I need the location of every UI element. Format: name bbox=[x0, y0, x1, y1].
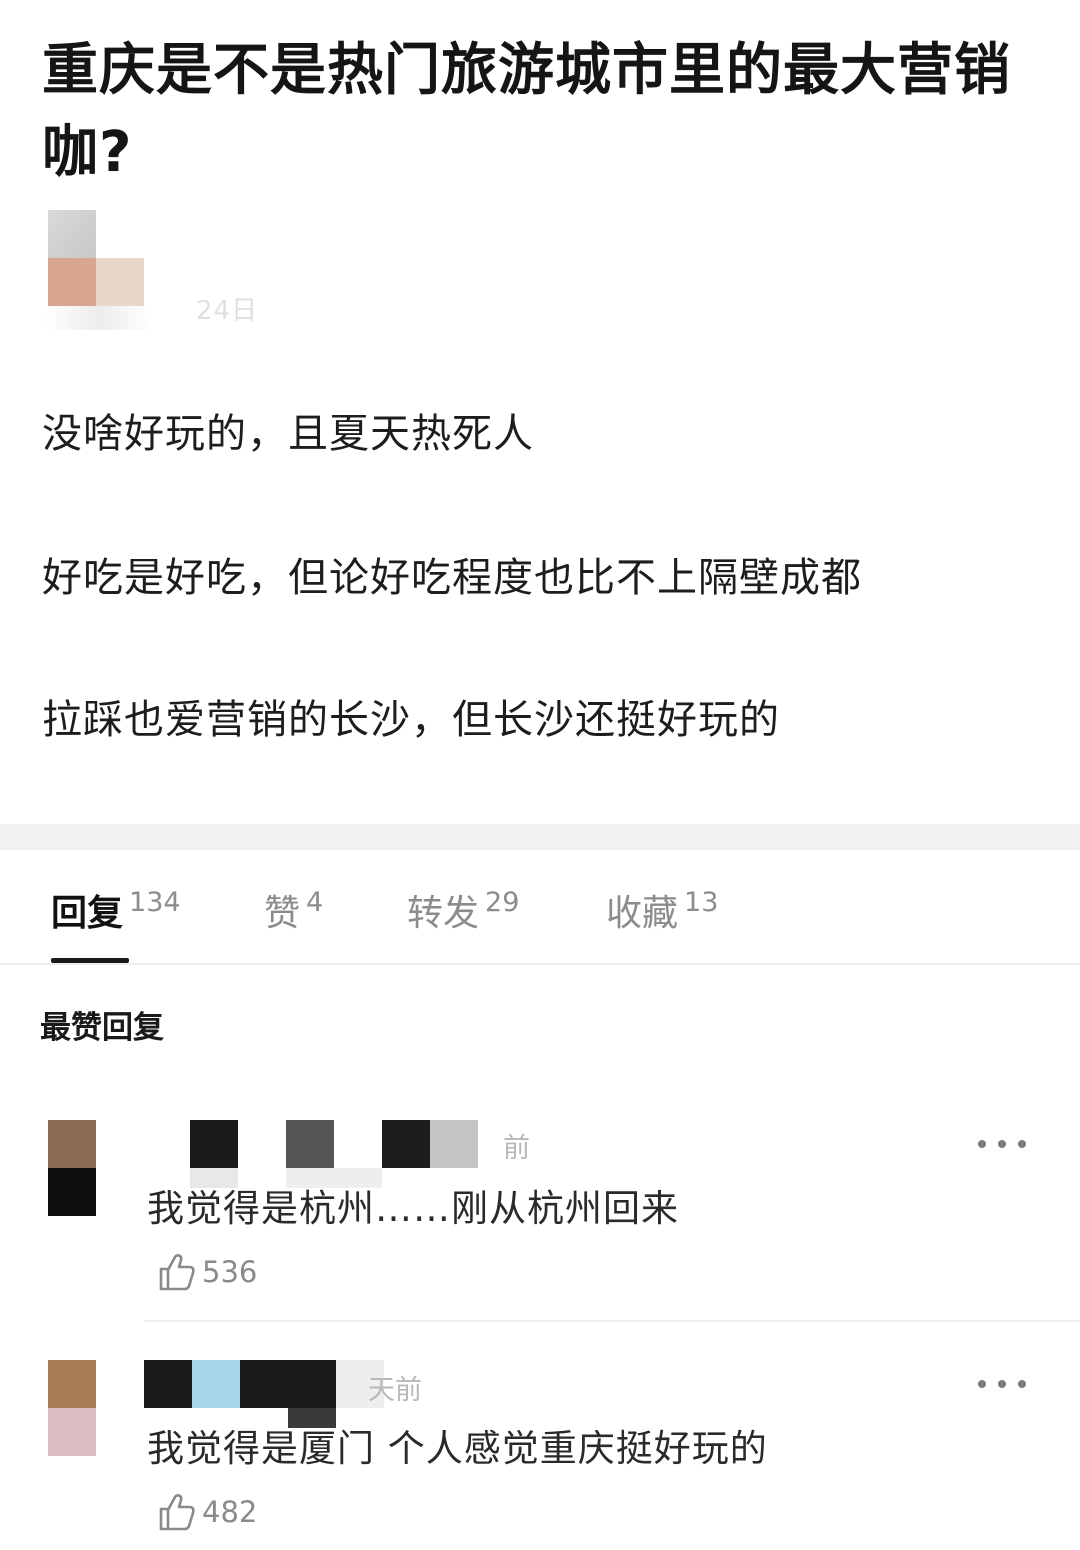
avatar-pixel bbox=[48, 1408, 96, 1456]
avatar-pixel bbox=[48, 1120, 96, 1168]
reply-text: 我觉得是厦门 个人感觉重庆挺好玩的 bbox=[147, 1427, 768, 1470]
tab-count: 134 bbox=[129, 887, 181, 918]
more-dots-icon bbox=[998, 1140, 1006, 1148]
avatar[interactable] bbox=[48, 1120, 96, 1216]
tab-count: 13 bbox=[684, 887, 719, 918]
name-pixel bbox=[288, 1360, 336, 1408]
name-pixel bbox=[286, 1120, 334, 1168]
avatar-pixel bbox=[48, 210, 96, 258]
avatar-pixel bbox=[48, 1168, 96, 1216]
name-pixel bbox=[430, 1120, 478, 1168]
name-pixel bbox=[382, 1120, 430, 1168]
post-paragraph: 没啥好玩的，且夏天热死人 bbox=[42, 411, 534, 457]
tab-favorites[interactable]: 收藏 13 bbox=[606, 884, 718, 936]
name-pixel bbox=[192, 1360, 240, 1408]
reply-time: 天前 bbox=[368, 1375, 422, 1406]
like-count: 536 bbox=[202, 1255, 258, 1289]
name-pixel bbox=[190, 1120, 238, 1168]
avatar-pixel bbox=[48, 1360, 96, 1408]
tab-likes[interactable]: 赞4 bbox=[264, 884, 323, 936]
tab-reposts[interactable]: 转发 29 bbox=[407, 884, 519, 936]
more-options-button[interactable] bbox=[978, 1124, 1026, 1164]
reply-username-mosaic[interactable] bbox=[144, 1120, 484, 1188]
section-heading: 最赞回复 bbox=[40, 1010, 164, 1046]
tab-label: 收藏 bbox=[606, 893, 679, 934]
reply-time: 前 bbox=[503, 1133, 530, 1164]
tab-bar: 回复 134 赞4 转发 29 收藏 13 bbox=[0, 850, 1080, 965]
avatar[interactable] bbox=[48, 1360, 96, 1456]
more-dots-icon bbox=[978, 1380, 986, 1388]
tab-count: 29 bbox=[485, 887, 520, 918]
reply-text: 我觉得是杭州……刚从杭州回来 bbox=[147, 1187, 679, 1230]
more-options-button[interactable] bbox=[978, 1364, 1026, 1404]
thumbs-up-icon bbox=[159, 1494, 195, 1531]
author-name-blur bbox=[44, 306, 154, 330]
section-divider bbox=[0, 824, 1080, 850]
post-title: 重庆是不是热门旅游城市里的最大营销咖? bbox=[42, 38, 1011, 185]
reply-divider bbox=[144, 1320, 1080, 1322]
like-button[interactable]: 536 bbox=[158, 1250, 257, 1294]
more-dots-icon bbox=[1018, 1140, 1026, 1148]
more-dots-icon bbox=[998, 1380, 1006, 1388]
name-pixel bbox=[144, 1360, 192, 1408]
tab-label: 赞 bbox=[264, 893, 301, 934]
avatar-pixel bbox=[48, 258, 96, 306]
thumbs-up-icon bbox=[159, 1254, 195, 1291]
tab-replies[interactable]: 回复 134 bbox=[51, 884, 181, 936]
post-date: 24日 bbox=[196, 296, 259, 326]
avatar-pixel bbox=[96, 258, 144, 306]
more-dots-icon bbox=[1018, 1380, 1026, 1388]
like-count: 482 bbox=[202, 1495, 258, 1529]
more-dots-icon bbox=[978, 1140, 986, 1148]
post-detail-page: 重庆是不是热门旅游城市里的最大营销咖? 24日 没啥好玩的，且夏天热死人 好吃是… bbox=[0, 0, 1080, 1550]
tab-label: 转发 bbox=[407, 893, 480, 934]
name-pixel bbox=[240, 1360, 288, 1408]
reply-username-mosaic[interactable] bbox=[144, 1360, 484, 1428]
author-avatar[interactable] bbox=[48, 210, 144, 306]
tabs-border bbox=[0, 963, 1080, 965]
post-paragraph: 拉踩也爱营销的长沙，但长沙还挺好玩的 bbox=[42, 697, 780, 743]
tab-count: 4 bbox=[306, 887, 324, 918]
post-paragraph: 好吃是好吃，但论好吃程度也比不上隔壁成都 bbox=[42, 555, 862, 601]
tab-label: 回复 bbox=[51, 893, 124, 934]
like-button[interactable]: 482 bbox=[158, 1490, 257, 1534]
